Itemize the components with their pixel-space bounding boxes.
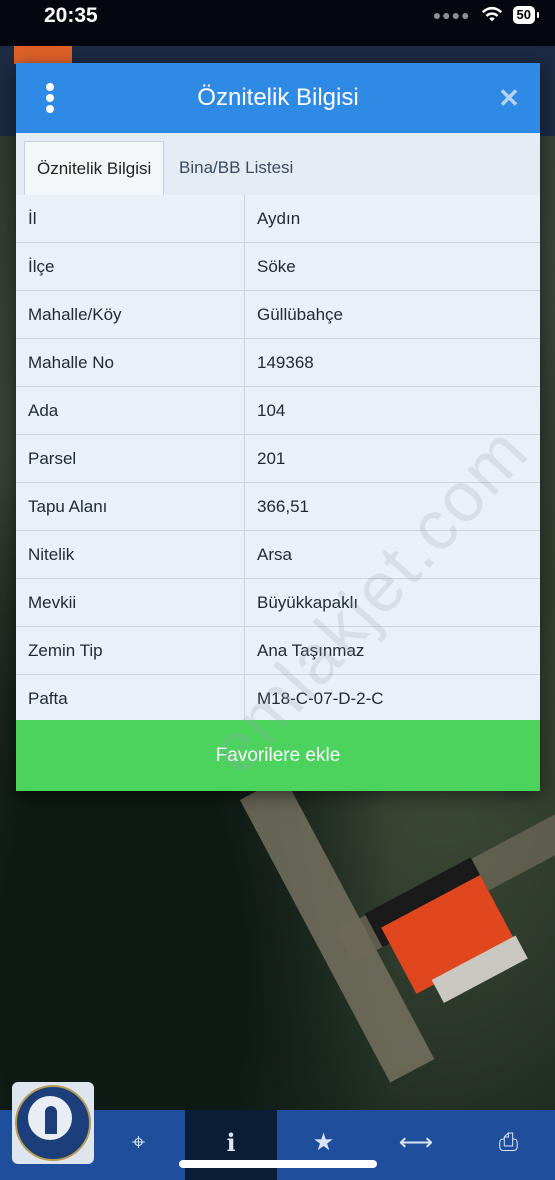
star-icon[interactable]: ★ — [278, 1110, 370, 1180]
dialog-title: Öznitelik Bilgisi — [197, 84, 359, 111]
locate-icon[interactable]: ⌖ — [93, 1110, 185, 1180]
attribute-value: Söke — [244, 242, 540, 292]
attribute-value: Büyükkapaklı — [244, 578, 540, 628]
signal-icon: ●●●● — [432, 7, 471, 23]
dialog-header: Öznitelik Bilgisi ✕ — [16, 63, 540, 133]
add-to-favorites-button[interactable]: Favorilere ekle — [16, 720, 540, 791]
attribute-key: Mahalle No — [16, 338, 245, 388]
measure-icon[interactable]: ⟷ — [370, 1110, 462, 1180]
attribute-value: Güllübahçe — [244, 290, 540, 340]
attribute-dialog: Öznitelik Bilgisi ✕ Öznitelik Bilgisi Bi… — [16, 63, 540, 791]
table-row: Zemin Tip Ana Taşınmaz — [16, 626, 540, 676]
tab-bar: Öznitelik Bilgisi Bina/BB Listesi — [16, 133, 540, 197]
attribute-key: Mahalle/Köy — [16, 290, 245, 340]
attribute-key: İl — [16, 195, 245, 244]
attribute-value: 366,51 — [244, 482, 540, 532]
status-time: 20:35 — [44, 4, 98, 27]
table-row: İl Aydın — [16, 195, 540, 244]
attribute-table: İl Aydın İlçe Söke Mahalle/Köy Güllübahçe Maha… — [16, 195, 540, 724]
attribute-key: Mevkii — [16, 578, 245, 628]
attribute-key: Ada — [16, 386, 245, 436]
attribute-value: M18-C-07-D-2-C — [244, 674, 540, 724]
attribute-value: Ana Taşınmaz — [244, 626, 540, 676]
attribute-key: İlçe — [16, 242, 245, 292]
attribute-key: Nitelik — [16, 530, 245, 580]
wifi-icon — [481, 6, 502, 22]
attribute-value: 149368 — [244, 338, 540, 388]
attribute-value: Aydın — [244, 195, 540, 244]
table-row: İlçe Söke — [16, 242, 540, 292]
tower-icon — [45, 1106, 57, 1134]
battery-icon: 50 — [512, 6, 540, 24]
attribute-value: 201 — [244, 434, 540, 484]
company-logo — [12, 1082, 94, 1164]
table-row: Ada 104 — [16, 386, 540, 436]
attribute-key: Zemin Tip — [16, 626, 245, 676]
close-icon[interactable]: ✕ — [496, 85, 522, 111]
info-icon[interactable]: i — [185, 1110, 277, 1180]
attribute-value: 104 — [244, 386, 540, 436]
status-indicators: ●●●● 50 — [432, 6, 540, 24]
table-row: Mahalle No 149368 — [16, 338, 540, 388]
table-row: Nitelik Arsa — [16, 530, 540, 580]
map-overlay-strip — [14, 46, 72, 64]
home-indicator[interactable] — [179, 1160, 377, 1168]
table-row: Mahalle/Köy Güllübahçe — [16, 290, 540, 340]
tab-attribute-info[interactable]: Öznitelik Bilgisi — [24, 141, 165, 197]
print-icon[interactable]: ⎙ — [463, 1110, 555, 1180]
attribute-key: Pafta — [16, 674, 245, 724]
attribute-key: Tapu Alanı — [16, 482, 245, 532]
table-row: Tapu Alanı 366,51 — [16, 482, 540, 532]
table-row: Pafta M18-C-07-D-2-C — [16, 674, 540, 724]
table-row: Mevkii Büyükkapaklı — [16, 578, 540, 628]
attribute-value: Arsa — [244, 530, 540, 580]
attribute-key: Parsel — [16, 434, 245, 484]
table-row: Parsel 201 — [16, 434, 540, 484]
status-bar: 20:35 ●●●● 50 — [0, 0, 555, 46]
tab-building-list[interactable]: Bina/BB Listesi — [167, 141, 305, 195]
